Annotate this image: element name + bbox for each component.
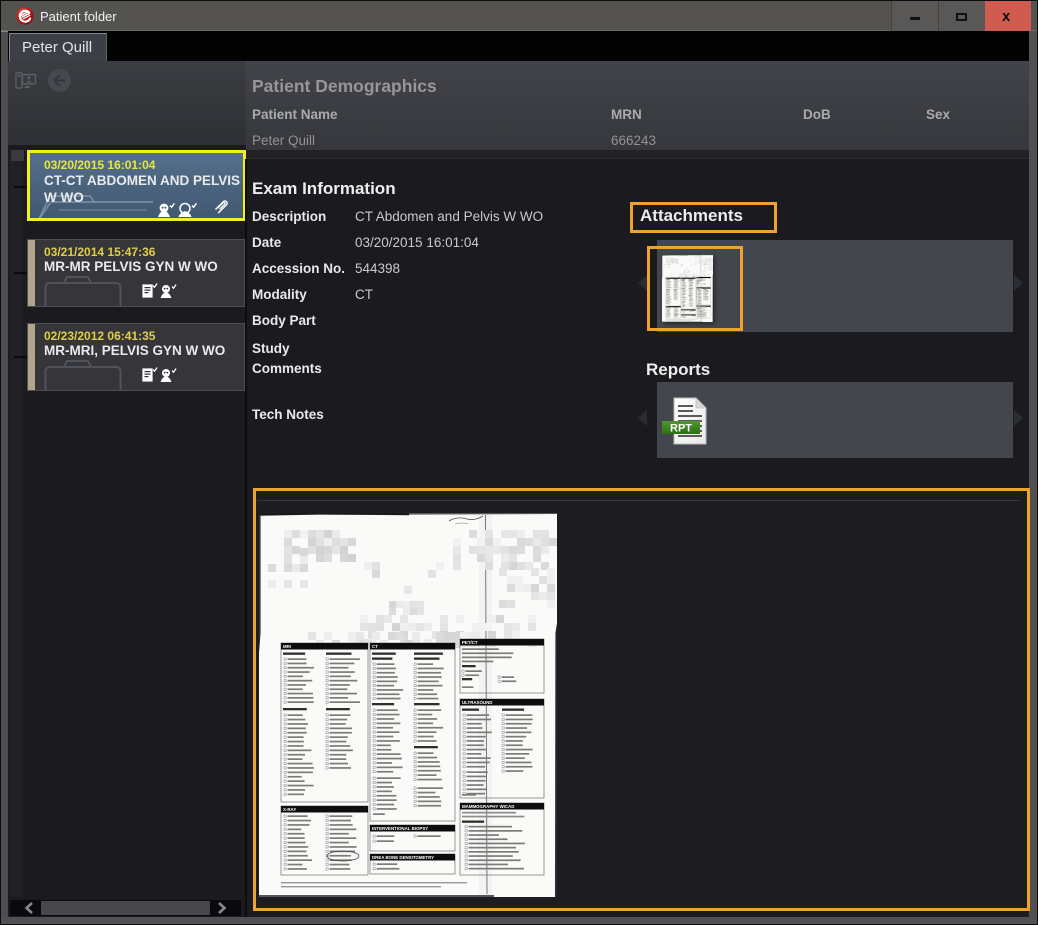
svg-text:RPT: RPT	[670, 423, 692, 435]
svg-text:DREA BONE DENSITOMETRY: DREA BONE DENSITOMETRY	[372, 855, 434, 860]
svg-text:INTERVENTIONAL BIOPSY: INTERVENTIONAL BIOPSY	[372, 826, 428, 831]
svg-text:CT: CT	[372, 644, 378, 649]
svg-text:MAMMOGRAPHY WICAD: MAMMOGRAPHY WICAD	[462, 804, 514, 809]
svg-text:PET/CT: PET/CT	[462, 640, 478, 645]
svg-text:ULTRASOUND: ULTRASOUND	[462, 700, 492, 705]
svg-text:MRI: MRI	[283, 644, 291, 649]
svg-text:X-RAY: X-RAY	[283, 807, 296, 812]
